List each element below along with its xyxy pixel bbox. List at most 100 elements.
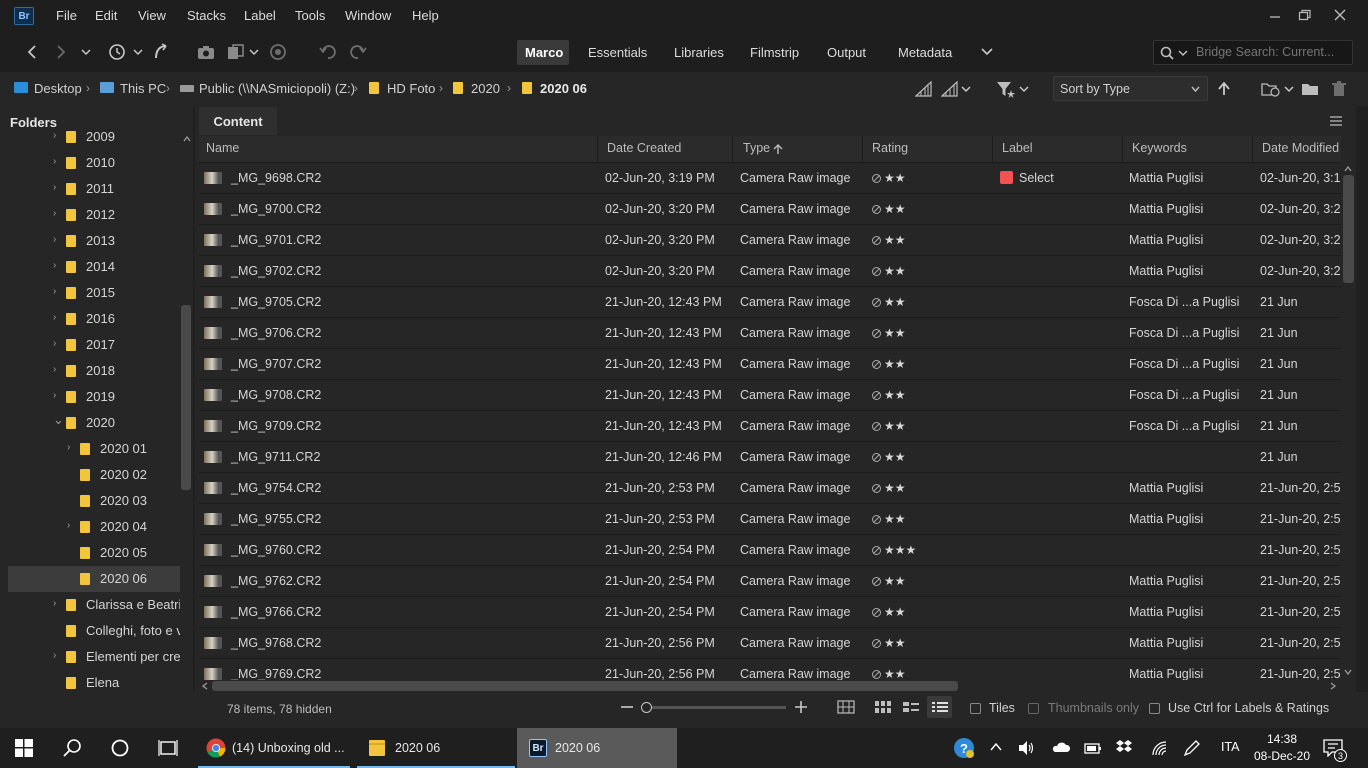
taskbar-app-button[interactable]: (14) Unboxing old ... xyxy=(198,728,350,768)
rotate-right-button[interactable] xyxy=(346,40,370,64)
chevron-right-icon[interactable]: › xyxy=(53,156,56,167)
file-rating[interactable]: ★★ xyxy=(872,605,906,619)
chevron-right-icon[interactable]: › xyxy=(53,312,56,323)
content-scrollbar-thumb[interactable] xyxy=(1343,175,1354,283)
chevron-right-icon[interactable]: › xyxy=(53,182,56,193)
recent-dropdown-button[interactable] xyxy=(74,40,98,64)
file-row[interactable]: _MG_9768.CR2 21-Jun-20, 2:56 PM Camera Raw… xyxy=(199,628,1341,659)
column-header-date-modified[interactable]: Date Modified xyxy=(1262,141,1339,155)
sort-by-select[interactable]: Sort by Type xyxy=(1053,76,1208,101)
workspace-tab-filmstrip[interactable]: Filmstrip xyxy=(750,45,799,60)
file-row[interactable]: _MG_9754.CR2 21-Jun-20, 2:53 PM Camera Raw… xyxy=(199,473,1341,504)
menu-help[interactable]: Help xyxy=(412,8,439,23)
folder-tree-item[interactable]: › 2018 xyxy=(8,358,180,384)
file-row[interactable]: _MG_9700.CR2 02-Jun-20, 3:20 PM Camera Raw… xyxy=(199,194,1341,225)
workspace-tab-metadata[interactable]: Metadata xyxy=(898,45,952,60)
chevron-right-icon[interactable]: › xyxy=(67,442,70,453)
file-row[interactable]: _MG_9706.CR2 21-Jun-20, 12:43 PM Camera Ra… xyxy=(199,318,1341,349)
menu-stacks[interactable]: Stacks xyxy=(187,8,226,23)
view-details-button[interactable] xyxy=(902,700,920,714)
folder-tree-item[interactable]: 2020 05 xyxy=(8,540,180,566)
file-row[interactable]: _MG_9708.CR2 21-Jun-20, 12:43 PM Camera Ra… xyxy=(199,380,1341,411)
chevron-right-icon[interactable]: › xyxy=(67,520,70,531)
wifi-button[interactable] xyxy=(1151,740,1167,756)
scroll-down-arrow[interactable] xyxy=(1344,669,1352,675)
refine-dropdown[interactable] xyxy=(242,40,266,64)
chevron-right-icon[interactable]: › xyxy=(53,260,56,271)
view-grid-lock-button[interactable] xyxy=(837,700,855,714)
menu-edit[interactable]: Edit xyxy=(95,8,117,23)
column-header-label[interactable]: Label xyxy=(1002,141,1033,155)
review-dropdown[interactable] xyxy=(954,77,978,101)
column-divider[interactable] xyxy=(1252,136,1253,162)
scroll-left-arrow[interactable] xyxy=(202,682,208,690)
zoom-out-button[interactable] xyxy=(620,700,634,714)
folder-tree-item[interactable]: › 2011 xyxy=(8,176,180,202)
chevron-right-icon[interactable]: › xyxy=(53,286,56,297)
file-row[interactable]: _MG_9709.CR2 21-Jun-20, 12:43 PM Camera Ra… xyxy=(199,411,1341,442)
open-camera-raw-button[interactable] xyxy=(266,40,290,64)
menu-label[interactable]: Label xyxy=(244,8,276,23)
slider-handle[interactable] xyxy=(641,702,652,713)
file-rating[interactable]: ★★ xyxy=(872,202,906,216)
chevron-right-icon[interactable]: › xyxy=(53,338,56,349)
folder-tree-item[interactable]: › 2013 xyxy=(8,228,180,254)
help-tray-icon[interactable]: ? xyxy=(953,737,975,759)
file-row[interactable]: _MG_9701.CR2 02-Jun-20, 3:20 PM Camera Raw… xyxy=(199,225,1341,256)
file-row[interactable]: _MG_9766.CR2 21-Jun-20, 2:54 PM Camera Raw… xyxy=(199,597,1341,628)
rotate-left-button[interactable] xyxy=(316,40,340,64)
file-rating[interactable]: ★★ xyxy=(872,636,906,650)
chevron-right-icon[interactable]: › xyxy=(53,130,56,141)
task-view-button[interactable] xyxy=(158,738,178,758)
file-rating[interactable]: ★★ xyxy=(872,357,906,371)
menu-file[interactable]: File xyxy=(56,8,77,23)
search-taskbar-button[interactable] xyxy=(63,738,83,758)
close-button[interactable] xyxy=(1325,4,1355,26)
dropbox-button[interactable] xyxy=(1115,739,1133,755)
column-header-name[interactable]: Name xyxy=(206,141,239,155)
file-rating[interactable]: ★★ xyxy=(872,171,906,185)
menu-view[interactable]: View xyxy=(138,8,166,23)
chevron-right-icon[interactable]: › xyxy=(53,208,56,219)
folder-tree-item[interactable]: › 2014 xyxy=(8,254,180,280)
pen-workspace-button[interactable] xyxy=(1183,739,1201,757)
return-to-photoshop-button[interactable] xyxy=(149,40,173,64)
column-divider[interactable] xyxy=(992,136,993,162)
file-rating[interactable]: ★★ xyxy=(872,574,906,588)
column-header-date-created[interactable]: Date Created xyxy=(607,141,681,155)
column-divider[interactable] xyxy=(732,136,733,162)
file-rating[interactable]: ★★ xyxy=(872,512,906,526)
scroll-up-arrow[interactable] xyxy=(1344,166,1352,172)
show-hidden-icons-button[interactable] xyxy=(990,742,1002,752)
file-row[interactable]: _MG_9711.CR2 21-Jun-20, 12:46 PM Camera Ra… xyxy=(199,442,1341,473)
file-rating[interactable]: ★★ xyxy=(872,388,906,402)
file-rating[interactable]: ★★ xyxy=(872,295,906,309)
breadcrumb-2020[interactable]: 2020 xyxy=(471,81,500,96)
file-rating[interactable]: ★★ xyxy=(872,264,906,278)
file-row[interactable]: _MG_9760.CR2 21-Jun-20, 2:54 PM Camera Raw… xyxy=(199,535,1341,566)
column-header-keywords[interactable]: Keywords xyxy=(1132,141,1187,155)
use-ctrl-checkbox[interactable] xyxy=(1149,702,1160,717)
folder-tree-item[interactable]: › 2020 01 xyxy=(8,436,180,462)
new-folder-button[interactable] xyxy=(1298,77,1322,101)
quality-button[interactable] xyxy=(912,77,936,101)
folder-tree-item[interactable]: › 2017 xyxy=(8,332,180,358)
menu-window[interactable]: Window xyxy=(345,8,391,23)
forward-button[interactable] xyxy=(49,40,73,64)
get-photos-button[interactable] xyxy=(194,40,218,64)
folder-tree-item[interactable]: ⌄ 2020 xyxy=(8,410,180,436)
thumbnail-size-slider[interactable] xyxy=(646,706,786,709)
tiles-checkbox[interactable] xyxy=(970,702,981,717)
onedrive-button[interactable] xyxy=(1051,741,1071,753)
start-button[interactable] xyxy=(15,739,33,757)
workspace-tab-libraries[interactable]: Libraries xyxy=(674,45,724,60)
column-header-rating[interactable]: Rating xyxy=(872,141,908,155)
folder-tree-item[interactable]: › Clarissa e Beatrice xyxy=(8,592,180,618)
breadcrumb-network-drive[interactable]: Public (\\NASmiciopoli) (Z:) xyxy=(199,81,355,96)
view-thumbnails-button[interactable] xyxy=(874,700,892,714)
column-divider[interactable] xyxy=(1122,136,1123,162)
breadcrumb-desktop[interactable]: Desktop xyxy=(34,81,82,96)
folder-tree-item[interactable]: › 2020 04 xyxy=(8,514,180,540)
recent-files-dropdown[interactable] xyxy=(126,40,150,64)
workspace-more-button[interactable] xyxy=(975,40,999,64)
